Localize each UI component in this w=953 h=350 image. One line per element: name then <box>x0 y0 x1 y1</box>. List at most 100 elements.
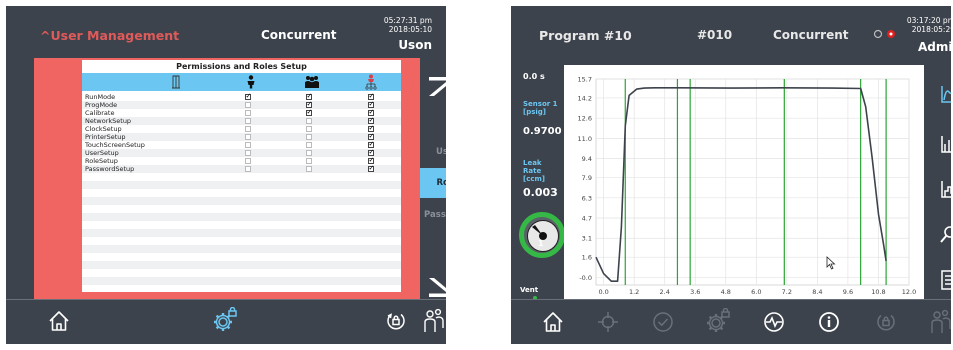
table-row[interactable]: RunMode <box>82 92 401 101</box>
readout-panel: 0.0 s Sensor 1 [psig] 0.9700 Leak Rate [… <box>511 58 562 300</box>
table-row <box>82 189 401 197</box>
table-row <box>82 269 401 277</box>
scroll-bottom-icon[interactable] <box>427 276 446 298</box>
table-row[interactable]: ClockSetup <box>82 124 401 133</box>
table-row[interactable]: ProgMode <box>82 100 401 109</box>
permission-name: RunMode <box>85 93 116 101</box>
permission-checkbox[interactable] <box>245 134 251 140</box>
clock: 05:27:31 pm 2018:05:10 <box>384 16 432 34</box>
group-icon <box>305 76 319 88</box>
passwords-tab[interactable]: Passwords <box>420 210 446 220</box>
permission-checkbox[interactable] <box>306 118 312 124</box>
permissions-table: Permissions and Roles Setup RunModeProgM… <box>82 60 401 292</box>
permission-checkbox[interactable] <box>306 166 312 172</box>
user-name[interactable]: Uson <box>398 38 432 52</box>
operator-icon <box>247 75 255 89</box>
x-tick-label: 3.6 <box>690 288 700 296</box>
pressure-gauge: 1 <box>519 212 565 258</box>
permission-checkbox[interactable] <box>306 158 312 164</box>
table-title: Permissions and Roles Setup <box>176 62 307 71</box>
table-row <box>82 261 401 269</box>
table-row[interactable]: UserSetup <box>82 148 401 157</box>
permission-checkbox[interactable] <box>306 142 312 148</box>
x-tick-label: 10.8 <box>871 288 885 296</box>
home-icon[interactable] <box>542 311 564 333</box>
x-tick-label: 9.6 <box>843 288 853 296</box>
table-row[interactable]: PrinterSetup <box>82 132 401 141</box>
crosshair-icon[interactable] <box>597 311 619 333</box>
permission-checkbox[interactable] <box>245 92 251 100</box>
permission-name: ClockSetup <box>85 125 122 133</box>
bottom-toolbar <box>6 299 446 344</box>
sensor-label: Sensor 1 [psig] <box>523 100 558 116</box>
trend-chart-icon[interactable] <box>940 84 951 104</box>
page-title[interactable]: ^User Management <box>40 28 179 43</box>
y-tick-label: 11.0 <box>578 135 592 143</box>
table-row[interactable]: PasswordSetup <box>82 164 401 173</box>
permission-name: PrinterSetup <box>85 133 126 141</box>
table-row[interactable]: TouchScreenSetup <box>82 140 401 149</box>
permission-name: ProgMode <box>85 101 118 109</box>
permission-checkbox[interactable] <box>245 118 251 124</box>
home-icon[interactable] <box>48 310 70 332</box>
permission-name: Calibrate <box>85 109 115 117</box>
roles-tab[interactable]: Roles <box>420 168 446 198</box>
elapsed-time: 0.0 s <box>523 72 545 81</box>
door-icon <box>172 75 180 89</box>
permission-checkbox[interactable] <box>245 102 251 108</box>
table-row[interactable]: NetworkSetup <box>82 116 401 125</box>
settings-lock-icon[interactable] <box>212 307 238 333</box>
document-icon[interactable] <box>940 270 951 290</box>
user-name[interactable]: Admin <box>918 40 951 54</box>
permission-checkbox[interactable] <box>245 166 251 172</box>
x-tick-label: 0.0 <box>598 288 608 296</box>
x-tick-label: 4.8 <box>721 288 731 296</box>
permission-checkbox[interactable] <box>368 164 374 172</box>
y-tick-label: 14.2 <box>578 94 592 102</box>
permission-checkbox[interactable] <box>306 126 312 132</box>
table-row <box>82 253 401 261</box>
permission-checkbox[interactable] <box>306 150 312 156</box>
histogram-icon[interactable] <box>940 179 951 199</box>
y-tick-label: -0.0 <box>579 274 592 282</box>
gauge-value: 1 <box>538 239 544 248</box>
users-tab[interactable]: Users <box>420 147 446 157</box>
logout-lock-icon[interactable] <box>875 311 897 333</box>
bar-chart-icon[interactable] <box>940 134 951 154</box>
clock: 03:17:20 pm 2018:05:29 <box>907 16 951 34</box>
program-monitor-screen: Program #10 #010 Concurrent 03:17:20 pm … <box>511 6 951 344</box>
check-icon[interactable] <box>652 311 674 333</box>
permission-checkbox[interactable] <box>306 134 312 140</box>
pressure-chart: -0.0 1.6 3.1 4.7 6.3 7.9 9.4 11.0 12.6 14.2 15.7 0.… <box>564 65 924 305</box>
permission-checkbox[interactable] <box>306 108 312 116</box>
program-number: #010 <box>697 28 733 42</box>
search-icon[interactable] <box>940 225 951 245</box>
header: Program #10 #010 Concurrent 03:17:20 pm … <box>511 6 951 58</box>
settings-lock-icon[interactable] <box>705 308 731 334</box>
x-tick-label: 1.2 <box>629 288 639 296</box>
table-row[interactable]: RoleSetup <box>82 156 401 165</box>
logout-lock-icon[interactable] <box>385 310 407 332</box>
info-icon[interactable] <box>818 311 840 333</box>
users-icon[interactable] <box>424 308 444 334</box>
x-tick-label: 6.0 <box>751 288 761 296</box>
table-row <box>82 221 401 229</box>
permission-checkbox[interactable] <box>245 158 251 164</box>
permission-name: RoleSetup <box>85 157 118 165</box>
permission-checkbox[interactable] <box>245 126 251 132</box>
sensor-value: 0.9700 <box>523 126 562 137</box>
leak-value: 0.003 <box>523 186 558 199</box>
permission-checkbox[interactable] <box>245 110 251 116</box>
scroll-top-icon[interactable] <box>427 76 446 98</box>
view-toolbar <box>926 58 951 300</box>
users-icon[interactable] <box>931 309 951 335</box>
permission-checkbox[interactable] <box>245 142 251 148</box>
leak-label: Leak Rate [ccm] <box>523 159 545 183</box>
table-row <box>82 277 401 285</box>
x-tick-label: 2.4 <box>660 288 670 296</box>
program-title: Program #10 <box>539 28 632 43</box>
permission-checkbox[interactable] <box>245 150 251 156</box>
x-tick-label: 7.2 <box>782 288 792 296</box>
pulse-icon[interactable] <box>763 311 785 333</box>
table-row[interactable]: Calibrate <box>82 108 401 117</box>
